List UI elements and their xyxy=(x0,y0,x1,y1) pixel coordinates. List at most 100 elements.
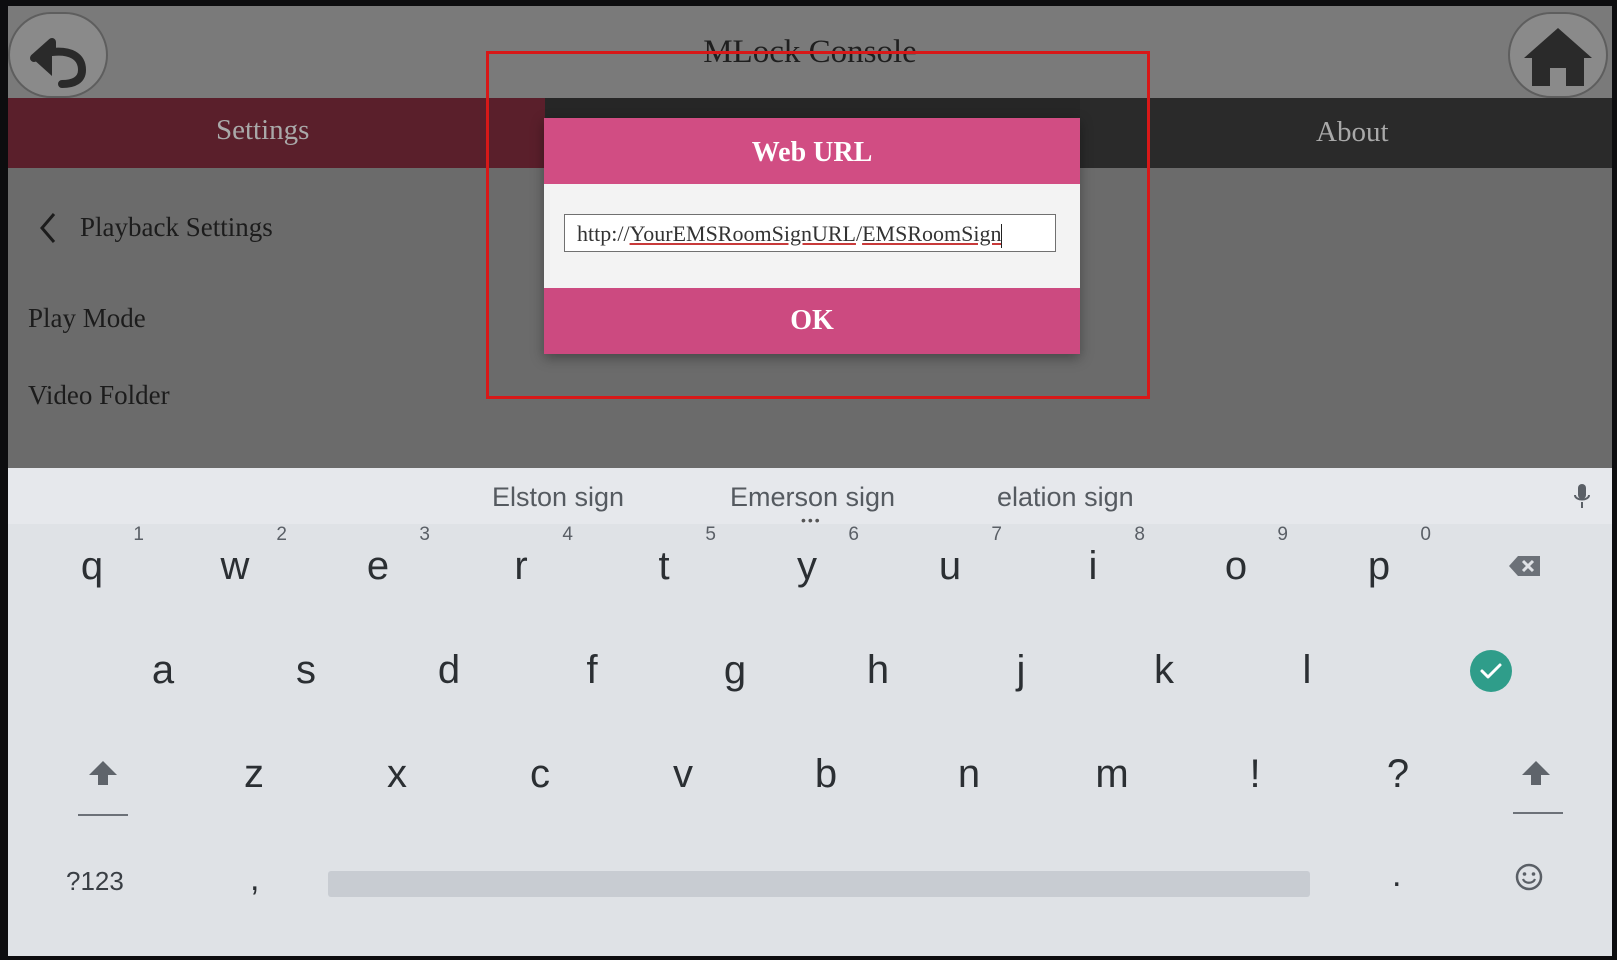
key-x[interactable]: x xyxy=(337,734,457,814)
backspace-icon xyxy=(1509,556,1540,576)
suggestion-1[interactable]: Elston sign xyxy=(492,482,624,513)
key-o[interactable]: o9 xyxy=(1176,524,1296,606)
key-i[interactable]: i8 xyxy=(1033,524,1153,606)
key-label: d xyxy=(437,648,461,692)
home-button[interactable] xyxy=(1508,12,1608,98)
settings-row-video-folder[interactable]: Video Folder xyxy=(28,380,170,411)
key-r[interactable]: r4 xyxy=(461,524,581,606)
check-icon xyxy=(1480,663,1502,679)
key-y[interactable]: y6 xyxy=(747,524,867,606)
key-l[interactable]: l xyxy=(1247,630,1367,710)
breadcrumb[interactable]: Playback Settings xyxy=(32,208,352,248)
highlight-box xyxy=(486,51,1150,399)
enter-key[interactable] xyxy=(1470,650,1512,692)
key-label: x xyxy=(387,752,407,796)
tab-settings[interactable]: Settings xyxy=(8,98,568,168)
shift-icon xyxy=(1522,761,1550,785)
key-hint: 0 xyxy=(1420,524,1431,545)
key-label: k xyxy=(1154,648,1174,692)
screen: MLock Console Settings About Playback Se… xyxy=(8,6,1612,956)
key-label: a xyxy=(151,648,175,692)
shift-underline xyxy=(1513,812,1563,814)
key-v[interactable]: v xyxy=(623,734,743,814)
key-label: e xyxy=(366,544,390,588)
key-label: h xyxy=(866,648,890,692)
home-icon xyxy=(1524,28,1592,86)
key-hint: 5 xyxy=(705,524,716,545)
tab-settings-label: Settings xyxy=(216,114,310,146)
shift-key-left[interactable] xyxy=(68,746,138,826)
key-label: ! xyxy=(1249,752,1261,796)
key-u[interactable]: u7 xyxy=(890,524,1010,606)
symbols-key[interactable]: ?123 xyxy=(56,850,166,910)
key-question[interactable]: ? xyxy=(1338,734,1458,814)
tab-about[interactable]: About xyxy=(1188,98,1428,168)
key-label: z xyxy=(244,752,264,796)
key-label: c xyxy=(530,752,550,796)
comma-key[interactable]: , xyxy=(228,850,288,910)
emoji-icon xyxy=(1515,863,1543,891)
breadcrumb-title: Playback Settings xyxy=(80,212,273,242)
key-m[interactable]: m xyxy=(1052,734,1172,814)
key-label: i xyxy=(1088,544,1098,588)
soft-keyboard: Elston sign Emerson sign ••• elation sig… xyxy=(8,468,1612,956)
symbols-label: ?123 xyxy=(66,866,124,896)
key-hint: 4 xyxy=(562,524,573,545)
key-label: n xyxy=(957,752,981,796)
key-s[interactable]: s xyxy=(246,630,366,710)
key-hint: 8 xyxy=(1134,524,1145,545)
key-w[interactable]: w2 xyxy=(175,524,295,606)
key-label: f xyxy=(586,648,598,692)
key-label: j xyxy=(1016,648,1026,692)
shift-icon xyxy=(89,761,117,785)
key-t[interactable]: t5 xyxy=(604,524,724,606)
key-label: l xyxy=(1302,648,1312,692)
key-label: y xyxy=(797,544,817,588)
key-label: w xyxy=(220,544,250,588)
suggestion-3[interactable]: elation sign xyxy=(997,482,1134,513)
emoji-key[interactable] xyxy=(1500,854,1560,904)
key-k[interactable]: k xyxy=(1104,630,1224,710)
suggestion-2[interactable]: Emerson sign xyxy=(730,482,895,513)
key-label: s xyxy=(296,648,316,692)
key-a[interactable]: a xyxy=(103,630,223,710)
key-j[interactable]: j xyxy=(961,630,1081,710)
key-label: ? xyxy=(1386,752,1410,796)
key-b[interactable]: b xyxy=(766,734,886,814)
backspace-key[interactable] xyxy=(1496,546,1556,586)
suggestion-strip: Elston sign Emerson sign ••• elation sig… xyxy=(8,468,1612,528)
key-label: m xyxy=(1095,752,1129,796)
key-hint: 1 xyxy=(133,524,144,545)
key-g[interactable]: g xyxy=(675,630,795,710)
key-hint: 3 xyxy=(419,524,430,545)
key-e[interactable]: e3 xyxy=(318,524,438,606)
key-label: t xyxy=(658,544,670,588)
key-hint: 7 xyxy=(991,524,1002,545)
key-d[interactable]: d xyxy=(389,630,509,710)
key-label: p xyxy=(1367,544,1391,588)
key-f[interactable]: f xyxy=(532,630,652,710)
key-label: u xyxy=(938,544,962,588)
key-z[interactable]: z xyxy=(194,734,314,814)
key-hint: 9 xyxy=(1277,524,1288,545)
key-hint: 2 xyxy=(276,524,287,545)
chevron-left-icon xyxy=(40,213,56,243)
shift-underline xyxy=(78,814,128,816)
mic-icon[interactable] xyxy=(1574,484,1590,510)
key-n[interactable]: n xyxy=(909,734,1029,814)
key-label: q xyxy=(80,544,104,588)
key-label: o xyxy=(1224,544,1248,588)
shift-key-right[interactable] xyxy=(1505,746,1575,826)
period-key[interactable]: . xyxy=(1370,850,1430,910)
period-label: . xyxy=(1392,856,1402,894)
key-c[interactable]: c xyxy=(480,734,600,814)
key-hint: 6 xyxy=(848,524,859,545)
settings-row-play-mode[interactable]: Play Mode xyxy=(28,303,146,334)
key-p[interactable]: p0 xyxy=(1319,524,1439,606)
comma-label: , xyxy=(250,860,260,898)
key-label: g xyxy=(723,648,747,692)
space-bar[interactable] xyxy=(328,871,1310,897)
key-h[interactable]: h xyxy=(818,630,938,710)
key-exclamation[interactable]: ! xyxy=(1195,734,1315,814)
key-q[interactable]: q1 xyxy=(32,524,152,606)
